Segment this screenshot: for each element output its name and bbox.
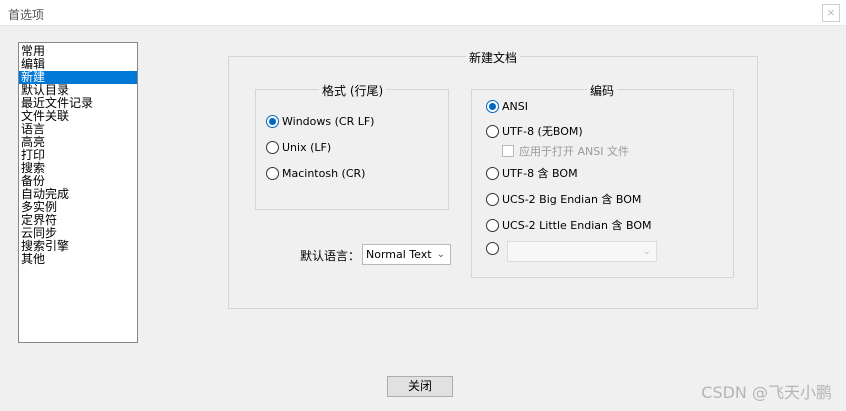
preferences-category-list[interactable]: 常用 编辑 新建 默认目录 最近文件记录 文件关联 语言 高亮 打印 搜索 备份… [18,42,138,343]
radio-unix[interactable] [266,141,279,154]
new-document-group-title: 新建文档 [466,49,521,66]
format-option-unix[interactable]: Unix (LF) [266,141,331,154]
sidebar-item-misc[interactable]: 其他 [19,253,137,266]
encoding-option-utf8-no-bom-label: UTF-8 (无BOM) [502,125,583,138]
radio-macintosh[interactable] [266,167,279,180]
radio-ucs2-le[interactable] [486,218,499,232]
default-language-select[interactable]: Normal Text ⌄ [362,244,451,265]
format-option-windows[interactable]: Windows (CR LF) [266,115,374,128]
encoding-option-ucs2-be-label: UCS-2 Big Endian 含 BOM [502,193,642,206]
radio-utf8-bom[interactable] [486,166,499,180]
format-option-windows-label: Windows (CR LF) [282,115,375,128]
encoding-group-title: 编码 [587,82,618,99]
radio-windows[interactable] [266,115,279,128]
apply-to-ansi-files-checkbox[interactable] [502,145,514,157]
encoding-option-ucs2-be[interactable]: UCS-2 Big Endian 含 BOM [486,191,641,207]
default-language-value: Normal Text [366,248,432,261]
title-bar: 首选项 × [0,0,846,26]
format-option-unix-label: Unix (LF) [282,141,332,154]
chevron-down-icon: ⌄ [436,249,445,260]
format-group-title: 格式 (行尾) [319,82,387,99]
format-option-macintosh-label: Macintosh (CR) [282,167,366,180]
chevron-down-icon: ⌄ [642,246,651,257]
radio-other-encoding[interactable] [486,242,499,255]
radio-utf8-no-bom[interactable] [486,124,499,138]
apply-to-ansi-files-label: 应用于打开 ANSI 文件 [519,145,629,158]
encoding-option-utf8-no-bom[interactable]: UTF-8 (无BOM) [486,123,583,139]
encoding-option-utf8-bom[interactable]: UTF-8 含 BOM [486,165,578,181]
window-title: 首选项 [8,8,45,22]
encoding-option-ucs2-le[interactable]: UCS-2 Little Endian 含 BOM [486,217,651,233]
encoding-option-ansi-label: ANSI [502,100,528,113]
radio-ansi[interactable] [486,100,499,113]
default-language-label: 默认语言： [300,249,361,263]
encoding-option-ansi[interactable]: ANSI [486,100,528,113]
other-encoding-select[interactable]: ⌄ [507,241,657,262]
close-button[interactable]: 关闭 [387,376,453,397]
encoding-option-utf8-bom-label: UTF-8 含 BOM [502,167,578,180]
radio-ucs2-be[interactable] [486,192,499,206]
watermark: CSDN @飞天小鹏 [701,383,832,402]
format-option-macintosh[interactable]: Macintosh (CR) [266,167,365,180]
encoding-option-other[interactable] [486,242,502,255]
encoding-option-ucs2-le-label: UCS-2 Little Endian 含 BOM [502,219,652,232]
apply-to-ansi-files-checkbox-row[interactable]: 应用于打开 ANSI 文件 [502,143,629,159]
close-icon[interactable]: × [822,4,840,22]
